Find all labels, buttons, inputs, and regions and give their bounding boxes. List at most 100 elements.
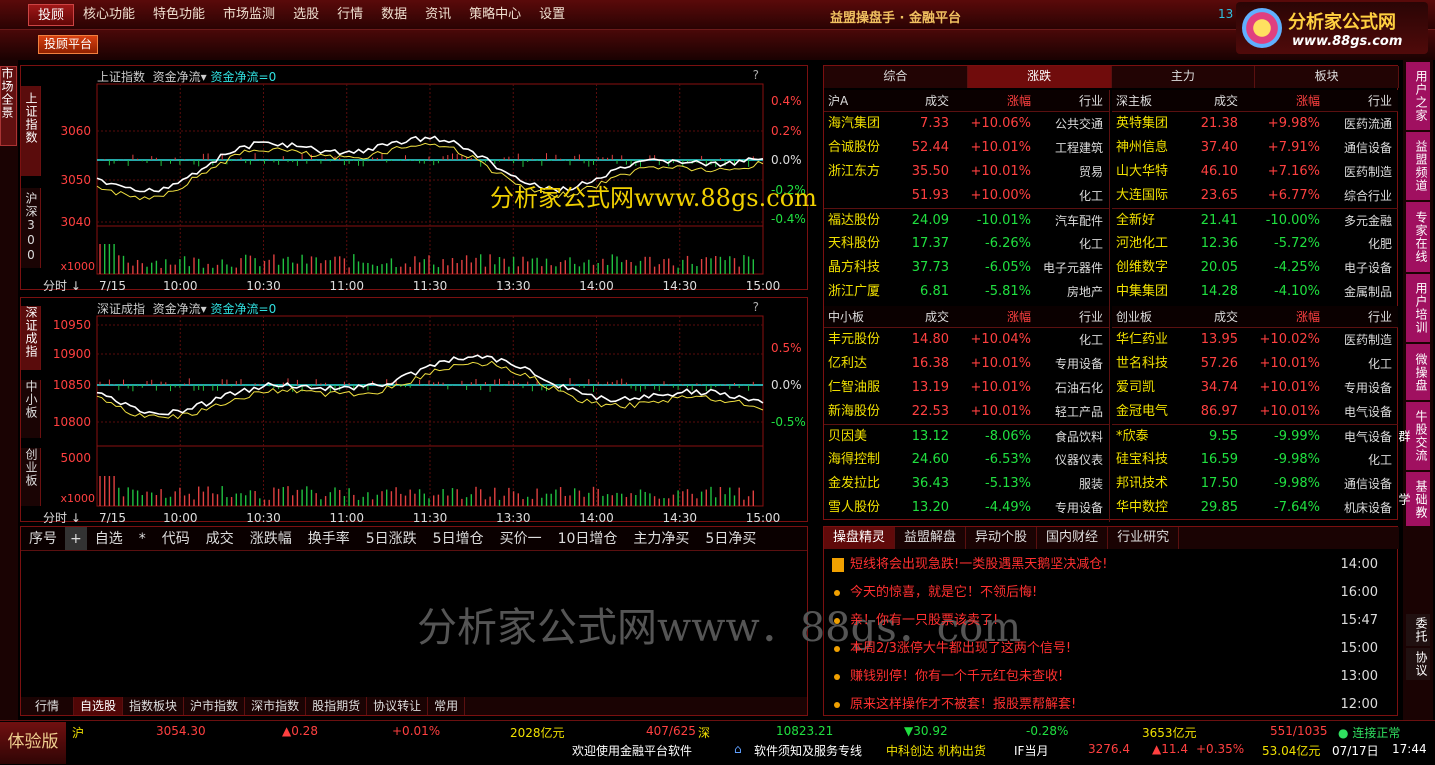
connection-status[interactable]: ● 连接正常 bbox=[1338, 724, 1400, 741]
side-tab-2[interactable]: 专家在线 bbox=[1406, 202, 1430, 272]
news-item[interactable]: 赚钱别停！你有一个千元红包未查收! 13:00 bbox=[828, 663, 1388, 691]
column-header[interactable]: 成交 bbox=[1214, 90, 1238, 112]
news-tab-4[interactable]: 行业研究 bbox=[1108, 527, 1180, 549]
table-row[interactable]: 中集集团 14.28 -4.10% 金属制品 bbox=[1112, 280, 1398, 304]
column-header[interactable]: 成交 bbox=[925, 90, 949, 112]
table-row[interactable]: 新海股份 22.53 +10.01% 轻工产品 bbox=[824, 400, 1109, 424]
table-row[interactable]: 天科股份 17.37 -6.26% 化工 bbox=[824, 232, 1109, 256]
tab-market-overview[interactable]: 市场全景 bbox=[0, 66, 17, 146]
column-header[interactable]: 代码 bbox=[154, 527, 198, 550]
news-item[interactable]: 亲！你有一只股票该卖了! 15:47 bbox=[828, 607, 1388, 635]
news-headline[interactable]: 赚钱别停！你有一个千元红包未查收! bbox=[850, 663, 1063, 691]
table-row[interactable]: 创维数字 20.05 -4.25% 电子设备 bbox=[1112, 256, 1398, 280]
table-row[interactable]: 大连国际 23.65 +6.77% 综合行业 bbox=[1112, 184, 1398, 208]
market-tab-0[interactable]: 综合 bbox=[824, 66, 968, 88]
section-title-select[interactable]: 深主板 bbox=[1116, 90, 1152, 112]
news-headline[interactable]: 亲！你有一只股票该卖了! bbox=[850, 607, 998, 635]
column-header[interactable]: 涨幅 bbox=[1296, 90, 1320, 112]
table-row[interactable]: 硅宝科技 16.59 -9.98% 化工 bbox=[1112, 448, 1398, 472]
news-tab-3[interactable]: 国内财经 bbox=[1037, 527, 1109, 549]
table-row[interactable]: 河池化工 12.36 -5.72% 化肥 bbox=[1112, 232, 1398, 256]
column-header[interactable]: * bbox=[131, 527, 154, 550]
market-tab-3[interactable]: 板块 bbox=[1255, 66, 1399, 88]
watchlist-tab-4[interactable]: 深市指数 bbox=[245, 697, 307, 715]
side-tab-3[interactable]: 用户培训 bbox=[1406, 274, 1430, 342]
column-header[interactable]: 买价一 bbox=[492, 527, 550, 550]
market-tab-2[interactable]: 主力 bbox=[1112, 66, 1256, 88]
section-title-select[interactable]: 沪A bbox=[828, 90, 848, 112]
news-tab-0[interactable]: 操盘精灵 bbox=[824, 527, 896, 549]
watchlist-tab-1[interactable]: 自选股 bbox=[74, 697, 124, 715]
menu-item-9[interactable]: 设置 bbox=[530, 4, 574, 26]
side-tab-0[interactable]: 用户之家 bbox=[1406, 62, 1430, 130]
column-header[interactable]: 5日净买 bbox=[697, 527, 764, 550]
table-row[interactable]: 浙江东方 35.50 +10.01% 贸易 bbox=[824, 160, 1109, 184]
watchlist-tab-7[interactable]: 常用 bbox=[428, 697, 466, 715]
table-row[interactable]: 福达股份 24.09 -10.01% 汽车配件 bbox=[824, 208, 1109, 232]
menu-item-7[interactable]: 资讯 bbox=[416, 4, 460, 26]
news-item[interactable]: 本周2/3涨停大牛都出现了这两个信号! 15:00 bbox=[828, 635, 1388, 663]
table-row[interactable]: 51.93 +10.00% 化工 bbox=[824, 184, 1109, 208]
menu-item-4[interactable]: 选股 bbox=[284, 4, 328, 26]
table-row[interactable]: 世名科技 57.26 +10.01% 化工 bbox=[1112, 352, 1398, 376]
column-header[interactable]: 成交 bbox=[198, 527, 242, 550]
column-header[interactable]: 成交 bbox=[925, 306, 949, 328]
news-tab-1[interactable]: 益盟解盘 bbox=[895, 527, 967, 549]
section-title-select[interactable]: 创业板 bbox=[1116, 306, 1152, 328]
table-row[interactable]: 仁智油服 13.19 +10.01% 石油石化 bbox=[824, 376, 1109, 400]
table-row[interactable]: 亿利达 16.38 +10.01% 专用设备 bbox=[824, 352, 1109, 376]
column-header[interactable]: 换手率 bbox=[300, 527, 358, 550]
column-header[interactable]: 5日涨跌 bbox=[358, 527, 425, 550]
column-header[interactable]: 主力净买 bbox=[625, 527, 697, 550]
menu-item-6[interactable]: 数据 bbox=[372, 4, 416, 26]
menu-item-3[interactable]: 市场监测 bbox=[214, 4, 284, 26]
column-header[interactable]: 涨跌幅 bbox=[242, 527, 300, 550]
advisor-platform-button[interactable]: 投顾平台 bbox=[38, 35, 98, 54]
table-row[interactable]: 金发拉比 36.43 -5.13% 服装 bbox=[824, 472, 1109, 496]
column-header[interactable]: 涨幅 bbox=[1296, 306, 1320, 328]
column-header[interactable]: + bbox=[65, 527, 87, 550]
side-tab-1[interactable]: 益盟频道 bbox=[1406, 132, 1430, 200]
table-row[interactable]: 海汽集团 7.33 +10.06% 公共交通 bbox=[824, 112, 1109, 136]
table-row[interactable]: 贝因美 13.12 -8.06% 食品饮料 bbox=[824, 424, 1109, 448]
table-row[interactable]: 神州信息 37.40 +7.91% 通信设备 bbox=[1112, 136, 1398, 160]
side-tab-5[interactable]: 牛股交流群 bbox=[1397, 402, 1430, 470]
market-tab-1[interactable]: 涨跌 bbox=[967, 66, 1112, 88]
column-header[interactable]: 序号 bbox=[21, 527, 65, 550]
table-row[interactable]: 合诚股份 52.44 +10.01% 工程建筑 bbox=[824, 136, 1109, 160]
news-tab-2[interactable]: 异动个股 bbox=[966, 527, 1038, 549]
menu-item-0[interactable]: 投顾 bbox=[28, 4, 75, 26]
table-row[interactable]: 金冠电气 86.97 +10.01% 电气设备 bbox=[1112, 400, 1398, 424]
side-tab-4[interactable]: 微操盘 bbox=[1406, 344, 1430, 400]
section-title-select[interactable]: 中小板 bbox=[828, 306, 864, 328]
watchlist-tab-0[interactable]: 行情 bbox=[21, 697, 75, 715]
table-row[interactable]: 晶方科技 37.73 -6.05% 电子元器件 bbox=[824, 256, 1109, 280]
home-icon[interactable]: ⌂ bbox=[734, 742, 742, 756]
column-header[interactable]: 行业 bbox=[1079, 306, 1103, 328]
news-item[interactable]: 今天的惊喜，就是它！不领后悔! 16:00 bbox=[828, 579, 1388, 607]
service-notice-link[interactable]: 软件须知及服务专线 bbox=[754, 742, 862, 759]
news-headline[interactable]: 原来这样操作才不被套！报股票帮解套! bbox=[850, 691, 1076, 719]
table-row[interactable]: 丰元股份 14.80 +10.04% 化工 bbox=[824, 328, 1109, 352]
column-header[interactable]: 涨幅 bbox=[1007, 90, 1031, 112]
table-row[interactable]: 邦讯技术 17.50 -9.98% 通信设备 bbox=[1112, 472, 1398, 496]
side-tab-6[interactable]: 基础教学 bbox=[1397, 472, 1430, 526]
column-header[interactable]: 自选 bbox=[87, 527, 131, 550]
table-row[interactable]: 华中数控 29.85 -7.64% 机床设备 bbox=[1112, 496, 1398, 520]
table-row[interactable]: *欣泰 9.55 -9.99% 电气设备 bbox=[1112, 424, 1398, 448]
column-header[interactable]: 10日增仓 bbox=[550, 527, 626, 550]
menu-item-5[interactable]: 行情 bbox=[328, 4, 372, 26]
menu-item-1[interactable]: 核心功能 bbox=[74, 4, 144, 26]
menu-item-2[interactable]: 特色功能 bbox=[144, 4, 214, 26]
table-row[interactable]: 英特集团 21.38 +9.98% 医药流通 bbox=[1112, 112, 1398, 136]
news-headline[interactable]: 短线将会出现急跌!一类股遇黑天鹅坚决减仓! bbox=[850, 551, 1107, 579]
table-row[interactable]: 海得控制 24.60 -6.53% 仪器仪表 bbox=[824, 448, 1109, 472]
watchlist-tab-6[interactable]: 协议转让 bbox=[367, 697, 429, 715]
column-header[interactable]: 5日增仓 bbox=[425, 527, 492, 550]
side-tab-7[interactable]: 委托 bbox=[1406, 614, 1430, 646]
watchlist-tab-5[interactable]: 股指期货 bbox=[306, 697, 368, 715]
side-tab-8[interactable]: 协议 bbox=[1406, 648, 1430, 680]
news-ticker[interactable]: 中科创达 机构出货 bbox=[886, 742, 986, 759]
column-header[interactable]: 行业 bbox=[1079, 90, 1103, 112]
column-header[interactable]: 涨幅 bbox=[1007, 306, 1031, 328]
